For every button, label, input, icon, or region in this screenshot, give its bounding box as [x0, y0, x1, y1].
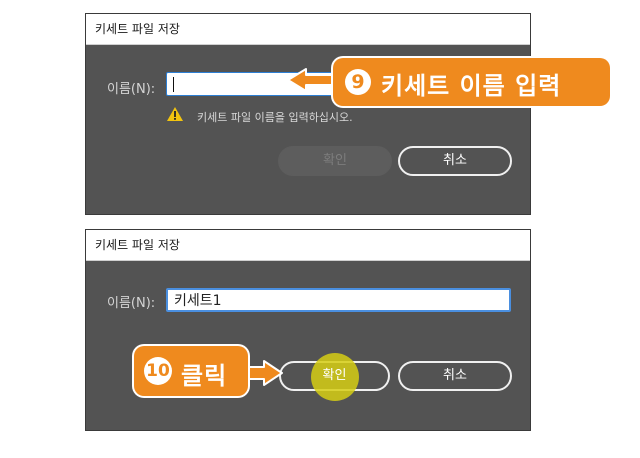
cancel-button[interactable]: 취소: [398, 361, 512, 391]
dialog-title: 키세트 파일 저장: [86, 14, 530, 45]
warning-icon: [167, 107, 183, 121]
keyset-save-dialog-empty: 키세트 파일 저장 이름(N): 키세트 파일 이름을 입력하십시오. 확인 취…: [85, 13, 531, 215]
ok-button-label: 확인: [322, 368, 347, 383]
cancel-button[interactable]: 취소: [398, 146, 512, 176]
step10-callout: 10 클릭: [134, 346, 248, 396]
name-label: 이름(N):: [107, 82, 156, 97]
keyset-save-dialog-filled: 키세트 파일 저장 이름(N): 키세트1 확인 취소: [85, 229, 531, 431]
name-input[interactable]: 키세트1: [166, 288, 511, 312]
step9-text: 키세트 이름 입력: [381, 72, 562, 100]
step9-number: 9: [345, 69, 371, 95]
arrow-left-icon: [287, 68, 337, 92]
step10-text: 클릭: [181, 362, 228, 390]
step10-number: 10: [144, 357, 172, 385]
step9-callout: 9 키세트 이름 입력: [333, 58, 610, 106]
dialog-title: 키세트 파일 저장: [86, 230, 530, 261]
ok-button[interactable]: 확인: [279, 353, 390, 401]
warning-message: 키세트 파일 이름을 입력하십시오.: [197, 111, 353, 124]
text-caret: [173, 76, 174, 92]
name-label: 이름(N):: [107, 296, 156, 311]
arrow-right-icon: [245, 360, 283, 386]
ok-button-disabled: 확인: [278, 146, 392, 176]
